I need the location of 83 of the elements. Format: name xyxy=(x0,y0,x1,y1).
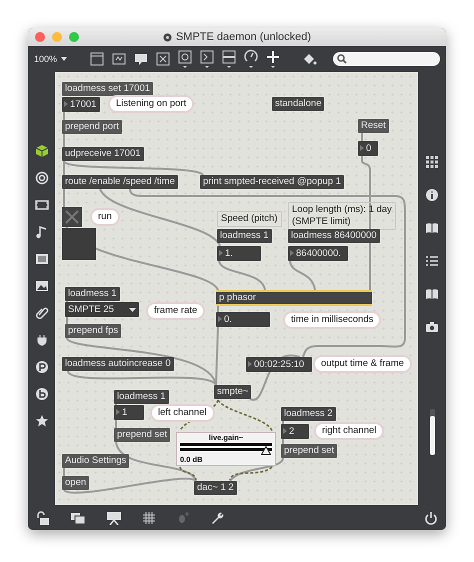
zoom-menu[interactable]: 100% xyxy=(34,54,68,64)
object-box: dac~ 1 2 xyxy=(194,481,237,495)
message-box[interactable]: prepend set xyxy=(114,428,170,442)
toggle[interactable] xyxy=(62,207,82,227)
ring-icon[interactable] xyxy=(34,171,48,185)
grid-icon[interactable] xyxy=(142,510,156,524)
cube-icon[interactable] xyxy=(34,144,48,158)
power-icon[interactable] xyxy=(424,510,438,524)
image-icon[interactable] xyxy=(34,279,48,293)
grid-icon[interactable] xyxy=(425,155,439,169)
object-box: loadmess 1 xyxy=(114,390,169,404)
number-box[interactable]: 00:02:25:10 xyxy=(246,357,312,372)
list-icon[interactable] xyxy=(425,254,439,268)
plus-icon[interactable] xyxy=(265,49,282,69)
message-box[interactable]: open xyxy=(62,476,90,490)
message-box[interactable]: prepend port xyxy=(62,120,122,134)
music-note-icon[interactable] xyxy=(34,225,48,239)
search-field[interactable] xyxy=(333,52,440,66)
message-box[interactable]: loadmess set 17001 xyxy=(62,82,154,96)
number-box[interactable]: 86400000. xyxy=(288,246,348,261)
paperclip-icon[interactable] xyxy=(34,306,48,320)
message-box[interactable]: Reset xyxy=(358,119,389,133)
message-box[interactable]: prepend fps xyxy=(65,324,122,338)
search-icon xyxy=(337,54,348,64)
number-box[interactable]: 1. xyxy=(217,246,261,261)
film-icon[interactable] xyxy=(34,198,48,212)
subpatcher-box[interactable]: p phasor xyxy=(216,290,372,306)
object-box: loadmess autoincrease 0 xyxy=(62,357,174,371)
menu-box[interactable]: SMPTE 25 xyxy=(65,302,139,317)
object-box: loadmess 2 xyxy=(281,407,336,421)
slider-icon[interactable] xyxy=(221,49,238,69)
comment-bubble: frame rate xyxy=(148,304,204,318)
book-icon[interactable] xyxy=(425,221,439,235)
comment-bubble: left channel xyxy=(152,406,213,420)
number-box[interactable]: 1 xyxy=(114,405,144,420)
p-circle-icon[interactable] xyxy=(34,360,48,374)
caret-icon xyxy=(61,57,68,61)
camera-icon[interactable] xyxy=(425,320,439,334)
comment-bubble: right channel xyxy=(316,424,382,438)
plug-icon[interactable] xyxy=(34,333,48,347)
info-icon[interactable] xyxy=(425,188,439,202)
comment-bubble: run xyxy=(92,210,118,224)
presentation-icon[interactable] xyxy=(106,510,122,524)
button-icon[interactable] xyxy=(177,49,194,69)
object-box-icon[interactable] xyxy=(89,51,106,67)
object-box: udpreceive 17001 xyxy=(62,147,144,161)
comment-bubble: time in milliseconds xyxy=(285,313,380,327)
windows-icon[interactable] xyxy=(70,510,86,524)
star-icon[interactable] xyxy=(34,414,48,428)
comment-bubble: Listening on port xyxy=(110,97,192,111)
document-icon xyxy=(162,32,172,42)
object-box: standalone xyxy=(272,97,324,111)
message-box-icon[interactable] xyxy=(111,51,128,67)
object-box: loadmess 1 xyxy=(65,287,120,301)
signal-cord xyxy=(229,466,272,480)
signal-cord xyxy=(217,399,273,432)
window-title: SMPTE daemon (unlocked) xyxy=(176,31,312,43)
caret-icon xyxy=(129,308,136,312)
message-box[interactable]: prepend set xyxy=(281,444,338,458)
b-circle-icon[interactable] xyxy=(34,387,48,401)
number-box-icon[interactable] xyxy=(199,49,216,69)
comment-bubble: output time & frame xyxy=(315,357,410,371)
list-icon[interactable] xyxy=(34,252,48,266)
book-icon[interactable] xyxy=(425,287,439,301)
number-box[interactable]: 0. xyxy=(216,312,270,327)
object-box: print smpted-received @popup 1 xyxy=(200,175,344,189)
toggle-icon[interactable] xyxy=(155,51,172,67)
signal-cord xyxy=(179,466,197,480)
wrench-icon[interactable] xyxy=(210,510,224,524)
object-box: loadmess 86400000 xyxy=(288,229,380,243)
number-box[interactable]: 17001 xyxy=(62,97,100,112)
object-box: route /enable /speed /time xyxy=(62,175,178,189)
image-panel xyxy=(62,228,96,260)
number-box[interactable]: 2 xyxy=(281,424,309,439)
number-box[interactable]: 0 xyxy=(358,141,378,156)
message-box[interactable]: Audio Settings xyxy=(62,454,130,468)
unlocked-padlock-icon[interactable] xyxy=(36,510,50,524)
object-box: loadmess 1 xyxy=(217,229,272,243)
patch-cord xyxy=(229,458,284,482)
comment-icon[interactable] xyxy=(133,51,150,67)
dial-icon[interactable] xyxy=(243,49,260,69)
object-box: smpte~ xyxy=(214,385,252,399)
comment: Speed (pitch) xyxy=(217,211,282,227)
